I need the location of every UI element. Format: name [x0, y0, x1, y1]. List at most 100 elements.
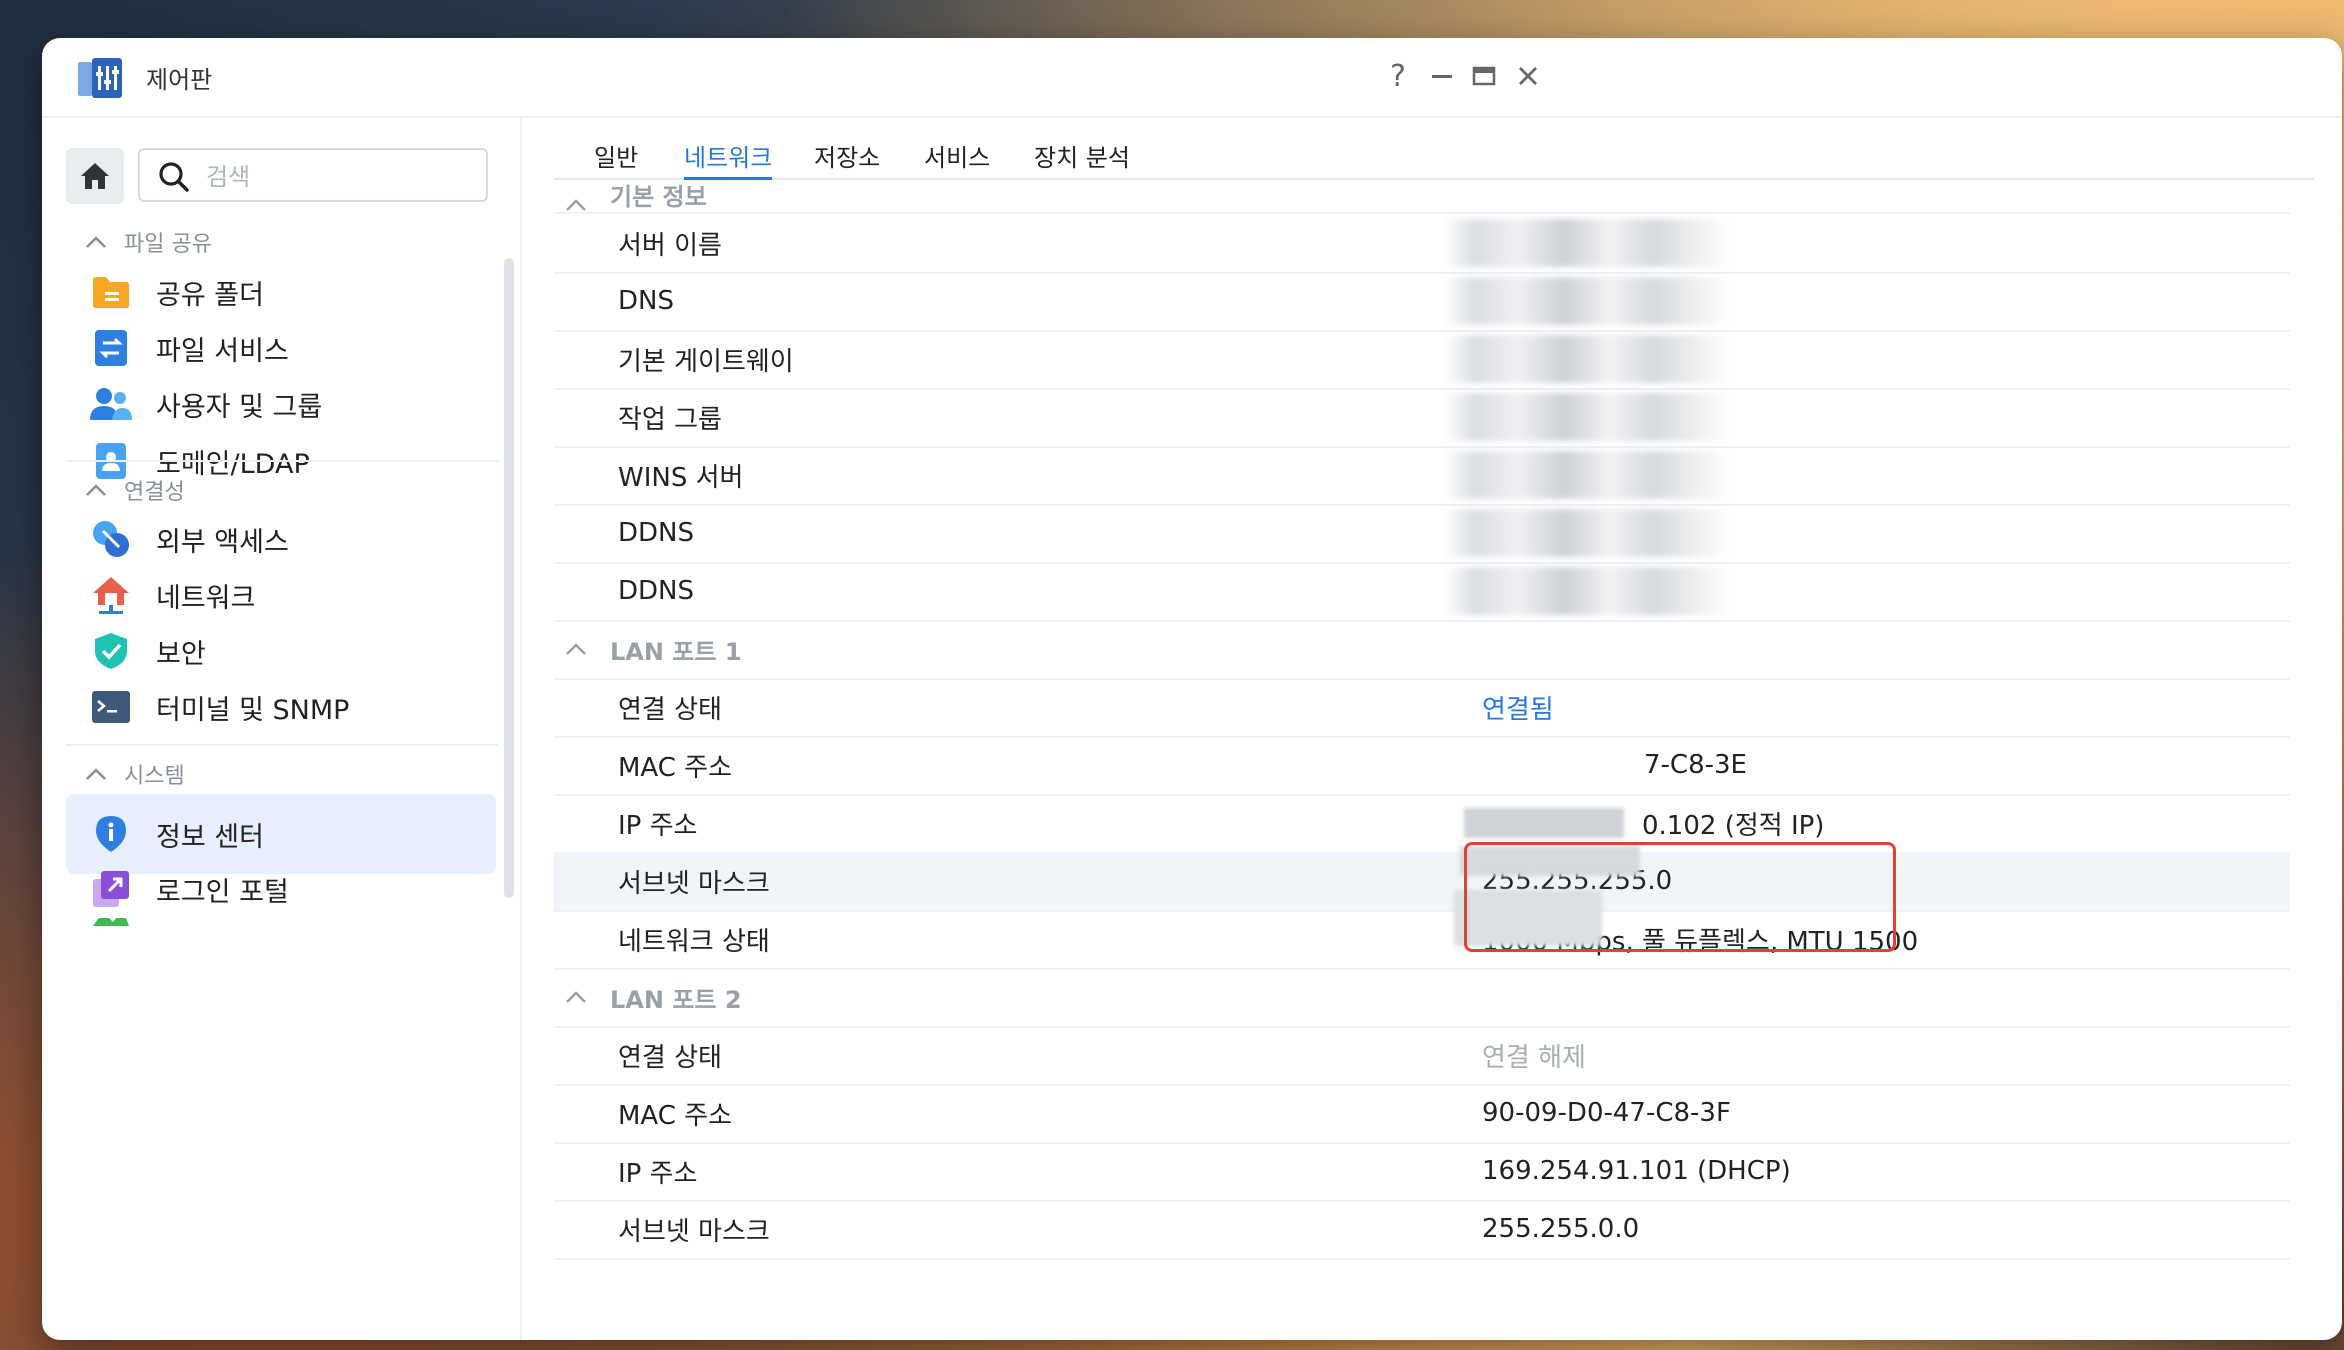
sidebar-divider	[66, 744, 498, 746]
row-key: 기본 게이트웨이	[618, 346, 794, 377]
tab-network[interactable]: 네트워크	[684, 138, 773, 180]
row-server-name: 서버 이름	[554, 214, 2290, 274]
row-value-redacted	[1444, 335, 1744, 383]
group-header-basic-info[interactable]: 기본 정보	[554, 182, 2290, 214]
row-workgroup: 작업 그룹	[554, 388, 2290, 448]
sidebar-item-label: 공유 폴더	[156, 279, 264, 311]
section-system[interactable]: 시스템	[66, 754, 185, 794]
folder-icon	[93, 277, 129, 308]
status-link[interactable]: 연결됨	[1482, 689, 1554, 726]
file-services-icon	[95, 330, 127, 366]
group-label: 기본 정보	[610, 183, 707, 211]
row-value-redacted	[1444, 567, 1744, 615]
row-key: DDNS	[618, 576, 694, 606]
row-value-redacted	[1444, 509, 1744, 557]
chevron-up-icon	[566, 991, 586, 1003]
sidebar-item-label: 정보 센터	[156, 821, 264, 853]
row-dns: DNS	[554, 272, 2290, 332]
maximize-icon	[1472, 66, 1496, 86]
sidebar-item-login-portal[interactable]: 로그인 포털	[66, 849, 496, 929]
maximize-button[interactable]	[1462, 54, 1506, 98]
terminal-icon	[92, 691, 130, 723]
search-box	[138, 148, 488, 202]
info-pin-icon	[96, 816, 126, 852]
sidebar: 파일 공유 공유 폴더 파일 서비스 사용자 및 그룹 도메인/LDAP 연결성…	[42, 118, 522, 1340]
chevron-up-icon	[566, 199, 586, 211]
redaction-block	[1464, 808, 1624, 838]
row-key: 네트워크 상태	[618, 926, 770, 957]
row-key: DDNS	[618, 518, 694, 548]
row-lan1-subnet: 서브넷 마스크 255.255.255.0	[554, 852, 2290, 912]
row-wins-server: WINS 서버	[554, 446, 2290, 506]
row-value-redacted	[1444, 393, 1744, 441]
group-header-lan2[interactable]: LAN 포트 2	[554, 968, 2290, 1028]
search-input[interactable]	[204, 158, 478, 196]
network-house-icon	[93, 577, 129, 614]
row-lan1-mac: MAC 주소 7-C8-3E	[554, 736, 2290, 796]
row-value-redacted	[1444, 451, 1744, 499]
close-icon	[1519, 67, 1537, 85]
row-key: DNS	[618, 286, 674, 316]
sidebar-item-partial[interactable]	[66, 918, 496, 940]
row-key: MAC 주소	[618, 752, 733, 783]
chevron-up-icon	[566, 643, 586, 655]
sidebar-item-label: 파일 서비스	[156, 335, 289, 367]
row-lan1-ip: IP 주소 0.102 (정적 IP)	[554, 794, 2290, 854]
sidebar-item-label: 사용자 및 그룹	[156, 391, 323, 423]
sidebar-item-label: 로그인 포털	[156, 876, 289, 908]
partial-item-icon	[93, 918, 129, 926]
sidebar-item-label: 보안	[156, 638, 206, 670]
row-value: 7-C8-3E	[1644, 750, 1747, 780]
row-lan2-subnet: 서브넷 마스크 255.255.0.0	[554, 1200, 2290, 1260]
row-lan1-network-status: 네트워크 상태 1000 Mbps, 풀 듀플렉스, MTU 1500	[554, 910, 2290, 970]
tab-bar: 일반 네트워크 저장소 서비스 장치 분석	[554, 118, 2314, 180]
help-button[interactable]: ?	[1376, 54, 1420, 98]
row-key: WINS 서버	[618, 462, 744, 493]
row-value: 연결 해제	[1482, 1042, 1586, 1073]
row-key: 서버 이름	[618, 230, 722, 261]
shield-icon	[95, 633, 127, 669]
title-bar: 제어판 ?	[42, 38, 2342, 118]
search-icon	[159, 162, 189, 192]
redaction-block	[1454, 890, 1602, 946]
login-portal-icon	[93, 871, 129, 907]
row-ddns: DDNS	[554, 504, 2290, 564]
group-header-lan1[interactable]: LAN 포트 1	[554, 620, 2290, 680]
close-button[interactable]	[1506, 54, 1550, 98]
sidebar-item-label: 터미널 및 SNMP	[156, 694, 350, 726]
section-label: 시스템	[124, 764, 185, 789]
row-value: 90-09-D0-47-C8-3F	[1482, 1098, 1731, 1128]
home-button[interactable]	[66, 148, 124, 204]
row-key: 작업 그룹	[618, 404, 722, 435]
chevron-up-icon	[86, 484, 106, 496]
sidebar-item-terminal-snmp[interactable]: 터미널 및 SNMP	[66, 667, 496, 747]
chevron-up-icon	[86, 236, 106, 248]
users-icon	[90, 388, 132, 420]
minimize-button[interactable]	[1420, 54, 1464, 98]
tab-device-analysis[interactable]: 장치 분석	[1034, 138, 1130, 178]
sidebar-item-label: 네트워크	[156, 582, 256, 614]
row-lan2-mac: MAC 주소 90-09-D0-47-C8-3F	[554, 1084, 2290, 1144]
home-icon	[81, 163, 109, 189]
main-content: 일반 네트워크 저장소 서비스 장치 분석 기본 정보 서버 이름 DNS 기본…	[522, 118, 2342, 1340]
external-access-icon	[93, 521, 129, 557]
tab-general[interactable]: 일반	[594, 138, 638, 178]
row-key: IP 주소	[618, 810, 698, 841]
tab-storage[interactable]: 저장소	[814, 138, 880, 178]
chevron-up-icon	[86, 768, 106, 780]
row-value: 169.254.91.101 (DHCP)	[1482, 1156, 1791, 1186]
row-key: IP 주소	[618, 1158, 698, 1189]
redaction-block	[1460, 846, 1640, 876]
row-lan1-connection-status: 연결 상태 연결됨	[554, 678, 2290, 738]
row-lan2-ip: IP 주소 169.254.91.101 (DHCP)	[554, 1142, 2290, 1202]
tab-services[interactable]: 서비스	[924, 138, 990, 178]
group-label: LAN 포트 2	[610, 985, 742, 1014]
row-value-redacted	[1444, 277, 1744, 325]
row-key: 서브넷 마스크	[618, 868, 770, 899]
minimize-icon	[1432, 75, 1452, 78]
row-ddns: DDNS	[554, 562, 2290, 622]
sidebar-divider	[66, 460, 498, 462]
sidebar-scrollbar[interactable]	[504, 258, 514, 898]
sidebar-item-label: 외부 액세스	[156, 526, 289, 558]
row-key: 서브넷 마스크	[618, 1216, 770, 1247]
